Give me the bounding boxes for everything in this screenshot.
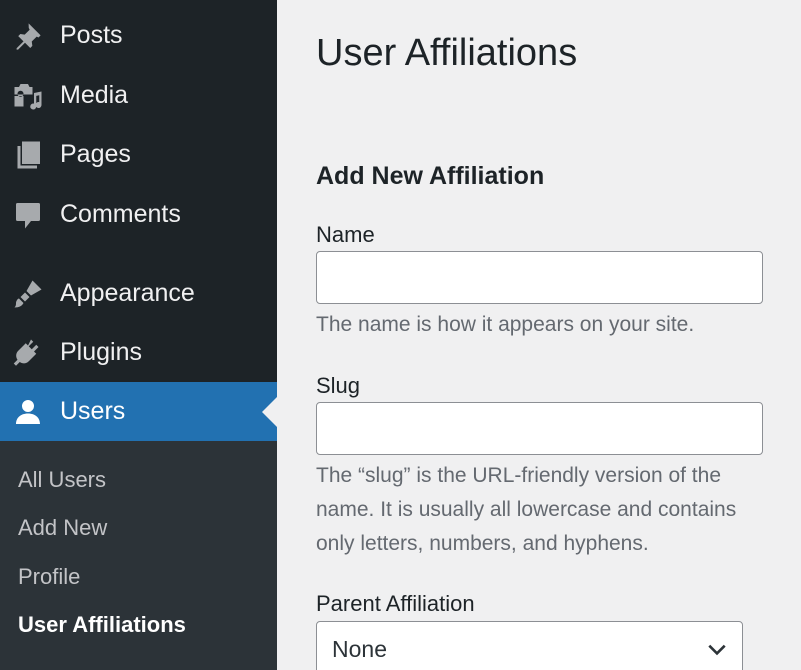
submenu-item-all-users[interactable]: All Users — [18, 467, 106, 493]
submenu-item-user-affiliations[interactable]: User Affiliations — [18, 612, 186, 638]
main-content: User Affiliations Add New Affiliation Na… — [277, 0, 801, 670]
chevron-down-icon — [706, 638, 728, 660]
sidebar-item-label: Media — [60, 81, 129, 109]
select-value: None — [332, 635, 387, 662]
name-input[interactable] — [316, 251, 763, 304]
slug-help-text: The “slug” is the URL-friendly version o… — [316, 459, 786, 561]
sidebar-item-label: Users — [60, 397, 126, 425]
sidebar-item-label: Plugins — [60, 338, 142, 366]
paintbrush-icon — [12, 278, 44, 310]
slug-label: Slug — [316, 373, 361, 398]
name-label: Name — [316, 222, 375, 247]
active-indicator-arrow — [262, 396, 277, 427]
sidebar-item-media[interactable]: Media — [0, 66, 277, 125]
sidebar-item-posts[interactable]: Posts — [0, 6, 277, 65]
sidebar-item-comments[interactable]: Comments — [0, 185, 277, 244]
name-help-text: The name is how it appears on your site. — [316, 313, 695, 336]
plugin-icon — [12, 337, 44, 369]
page-title: User Affiliations — [316, 32, 578, 74]
sidebar-item-label: Pages — [60, 140, 131, 168]
sidebar-item-label: Posts — [60, 21, 123, 49]
slug-input[interactable] — [316, 402, 763, 455]
sidebar-item-label: Comments — [60, 200, 181, 228]
admin-sidebar: Posts Media Pages Comments Appearance Pl… — [0, 0, 277, 670]
sidebar-item-users[interactable]: Users — [0, 382, 277, 441]
sidebar-item-plugins[interactable]: Plugins — [0, 323, 277, 382]
comment-icon — [12, 199, 44, 231]
parent-affiliation-select[interactable]: None — [316, 621, 743, 670]
sidebar-item-pages[interactable]: Pages — [0, 125, 277, 184]
submenu-item-profile[interactable]: Profile — [18, 564, 80, 590]
slug-help-line: name. It is usually all lowercase and co… — [316, 498, 737, 521]
slug-help-line: only letters, numbers, and hyphens. — [316, 532, 649, 555]
users-submenu: All Users Add New Profile User Affiliati… — [0, 441, 277, 670]
parent-affiliation-label: Parent Affiliation — [316, 591, 475, 616]
user-icon — [12, 396, 44, 428]
sidebar-item-appearance[interactable]: Appearance — [0, 264, 277, 323]
pushpin-icon — [12, 20, 44, 52]
media-icon — [12, 80, 44, 112]
pages-icon — [12, 139, 44, 171]
sidebar-item-label: Appearance — [60, 279, 195, 307]
slug-help-line: The “slug” is the URL-friendly version o… — [316, 464, 721, 487]
submenu-item-add-new[interactable]: Add New — [18, 515, 107, 541]
section-title: Add New Affiliation — [316, 162, 545, 190]
